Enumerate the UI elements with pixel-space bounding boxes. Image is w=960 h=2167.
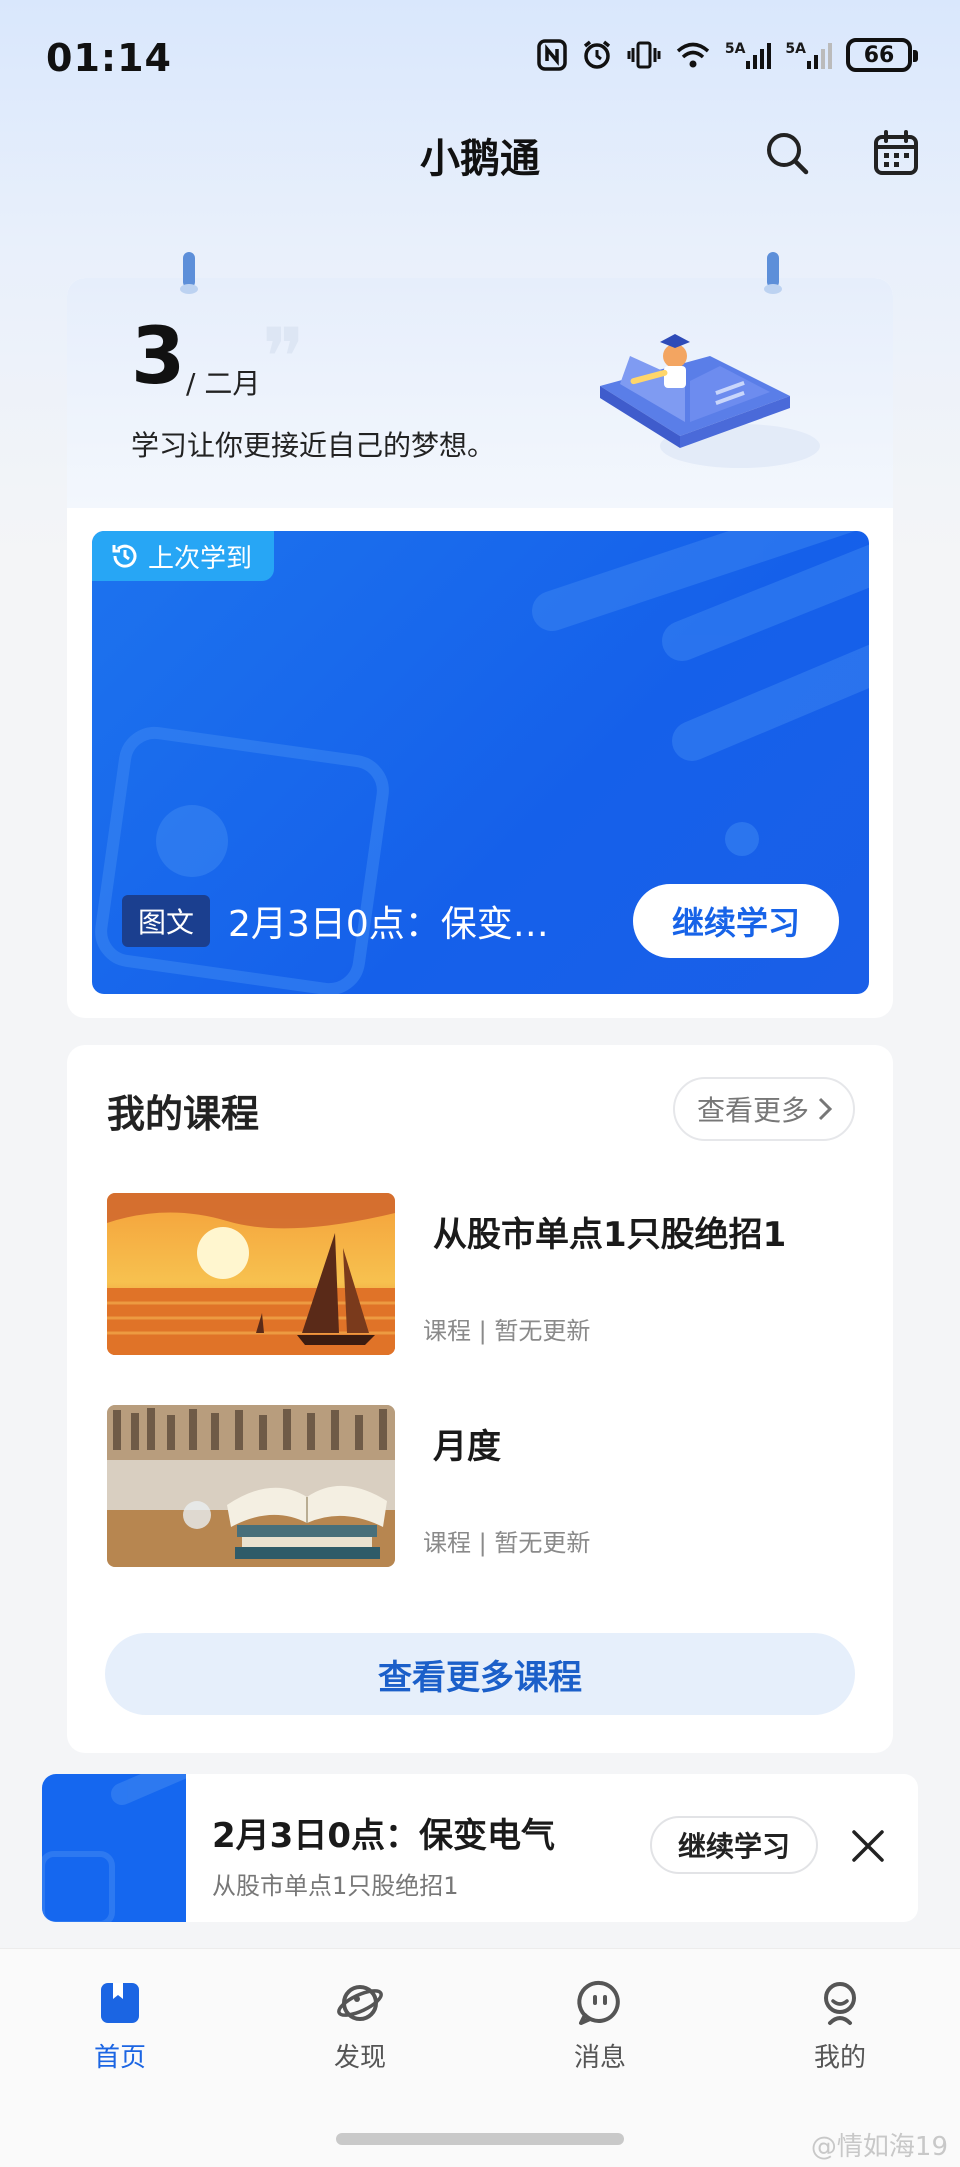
signal-label-2: 5A [785,41,806,57]
nav-messages-label: 消息 [573,2043,626,2073]
last-lesson-title: 2月3日0点：保变… [228,904,549,945]
course-item[interactable]: 从股市单点1只股绝招1 课程 | 暂无更新 [107,1193,853,1357]
calendar-icon [874,130,918,175]
continue-learning-button[interactable]: 继续学习 [633,884,839,958]
mini-player-title: 2月3日0点：保变电气 [212,1816,555,1856]
date-day: 3 [131,312,186,402]
history-icon [112,544,137,568]
book-illustration-icon [600,334,820,468]
search-icon [767,133,809,175]
motto-text: 学习让你更接近自己的梦想。 [131,429,496,462]
quote-mark-icon: ❞ [262,311,306,404]
vibrate-icon [627,40,661,70]
mini-player[interactable]: 2月3日0点：保变电气 从股市单点1只股绝招1 继续学习 [42,1774,918,1922]
watermark: @情如海19 [810,2132,948,2162]
mini-player-subtitle: 从股市单点1只股绝招1 [212,1872,459,1900]
last-learned-tag: 上次学到 [92,531,275,581]
course-name: 从股市单点1只股绝招1 [433,1215,787,1255]
view-more-label: 查看更多 [696,1094,809,1127]
course-meta: 课程 | 暂无更新 [423,1529,591,1557]
app-title: 小鹅通 [420,136,540,182]
signal-label-1: 5A [724,41,746,57]
battery-level: 66 [863,42,895,68]
binder-pin-left [180,252,198,296]
signal-icon-1: 5A [725,41,772,69]
alarm-icon [581,39,613,71]
last-learned-label: 上次学到 [148,543,253,574]
battery-indicator: 66 [846,38,918,72]
nav-profile[interactable]: 我的 [780,1979,900,2074]
mini-continue-button[interactable]: 继续学习 [650,1816,818,1874]
home-icon [101,1983,139,2023]
nav-messages[interactable]: 消息 [540,1979,660,2074]
nav-home[interactable]: 首页 [60,1979,180,2074]
wifi-icon [675,40,711,70]
message-icon [577,1980,620,2025]
view-more-courses-button[interactable]: 查看更多课程 [105,1633,855,1715]
status-bar: 01:14 5A 5A 66 [0,0,960,120]
chevron-right-icon [818,1097,833,1121]
my-courses-title: 我的课程 [107,1092,260,1136]
course-meta: 课程 | 暂无更新 [423,1317,591,1345]
status-icons: 5A 5A 66 [537,38,918,72]
my-courses-card: 我的课程 查看更多 从股市单点1只股绝招1 课程 | 暂无更新 月度 课程 | … [67,1045,893,1753]
banner-bottom-row: 图文 2月3日0点：保变… 继续学习 [122,883,839,959]
nav-discover[interactable]: 发现 [300,1979,420,2074]
last-learned-banner[interactable]: 上次学到 图文 2月3日0点：保变… 继续学习 [92,531,869,994]
status-time: 01:14 [46,36,172,80]
mini-player-thumbnail [42,1774,197,1922]
planet-icon [337,1985,383,2021]
nav-profile-label: 我的 [813,2043,866,2073]
view-more-button[interactable]: 查看更多 [672,1077,855,1141]
course-thumbnail [107,1193,395,1355]
calendar-button[interactable] [870,128,922,180]
close-icon[interactable] [848,1826,888,1866]
course-thumbnail [107,1405,395,1567]
binder-pin-right [764,252,782,296]
course-item[interactable]: 月度 课程 | 暂无更新 [107,1405,853,1569]
nav-home-label: 首页 [93,2043,146,2073]
home-indicator[interactable] [336,2133,624,2145]
profile-icon [824,1982,856,2025]
search-button[interactable] [762,128,814,180]
content-type-badge: 图文 [122,895,211,947]
date-month: / 二月 [186,367,261,400]
nfc-icon [537,39,567,71]
nav-discover-label: 发现 [333,2043,386,2073]
signal-icon-2: 5A [785,41,832,69]
course-name: 月度 [433,1427,501,1467]
